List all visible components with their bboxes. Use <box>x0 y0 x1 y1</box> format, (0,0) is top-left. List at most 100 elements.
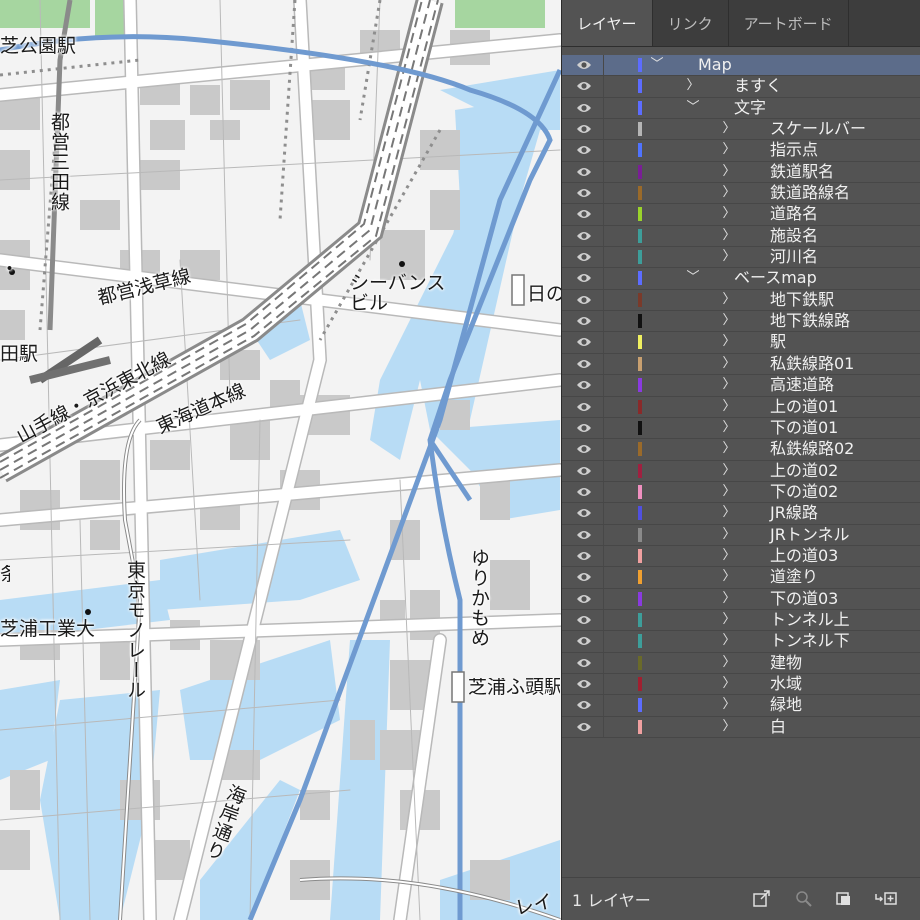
eye-icon[interactable] <box>576 144 592 156</box>
chevron-right-icon[interactable]: 〉 <box>722 376 736 394</box>
layer-row[interactable]: 〉 下の道01 <box>562 417 920 440</box>
layer-row[interactable]: 〉 鉄道路線名 <box>562 183 920 205</box>
eye-icon[interactable] <box>576 635 592 647</box>
chevron-right-icon[interactable]: 〉 <box>722 141 736 159</box>
tab-links[interactable]: リンク <box>653 0 729 46</box>
layer-row[interactable]: ﹀ ベースmap <box>562 268 920 290</box>
chevron-right-icon[interactable]: 〉 <box>722 504 736 522</box>
chevron-right-icon[interactable]: 〉 <box>722 184 736 202</box>
layer-row[interactable]: 〉 JRトンネル <box>562 524 920 546</box>
eye-icon[interactable] <box>576 336 592 348</box>
eye-icon[interactable] <box>576 123 592 135</box>
layer-row[interactable]: 〉 道路名 <box>562 204 920 226</box>
eye-icon[interactable] <box>576 251 592 263</box>
new-sublayer-icon[interactable] <box>874 890 900 908</box>
layer-row[interactable]: 〉 鉄道駅名 <box>562 161 920 184</box>
layer-row[interactable]: ﹀ Map <box>562 55 920 77</box>
eye-icon[interactable] <box>576 614 592 626</box>
export-icon[interactable] <box>752 890 772 908</box>
eye-icon[interactable] <box>576 678 592 690</box>
chevron-right-icon[interactable]: 〉 <box>722 163 736 181</box>
layer-row[interactable]: 〉 地下鉄駅 <box>562 289 920 312</box>
chevron-right-icon[interactable]: 〉 <box>722 205 736 223</box>
chevron-right-icon[interactable]: 〉 <box>722 568 736 586</box>
eye-icon[interactable] <box>576 593 592 605</box>
chevron-right-icon[interactable]: 〉 <box>722 675 736 693</box>
chevron-right-icon[interactable]: 〉 <box>722 291 736 309</box>
layer-row[interactable]: 〉 指示点 <box>562 140 920 162</box>
eye-icon[interactable] <box>576 315 592 327</box>
layer-row[interactable]: 〉白 <box>562 716 920 738</box>
eye-icon[interactable] <box>576 166 592 178</box>
chevron-right-icon[interactable]: 〉 <box>722 312 736 330</box>
chevron-right-icon[interactable]: 〉 <box>722 590 736 608</box>
eye-icon[interactable] <box>576 272 592 284</box>
eye-icon[interactable] <box>576 657 592 669</box>
eye-icon[interactable] <box>576 358 592 370</box>
chevron-right-icon[interactable]: 〉 <box>722 696 736 714</box>
layer-row[interactable]: 〉 JR線路 <box>562 503 920 525</box>
layer-row[interactable]: 〉 緑地 <box>562 695 920 717</box>
layer-row[interactable]: 〉 下の道02 <box>562 481 920 504</box>
layer-row[interactable]: 〉 河川名 <box>562 247 920 269</box>
layer-row[interactable]: 〉 ますく <box>562 76 920 98</box>
chevron-right-icon[interactable]: 〉 <box>686 77 700 95</box>
eye-icon[interactable] <box>576 102 592 114</box>
layer-row[interactable]: 〉 上の道02 <box>562 460 920 482</box>
layer-row[interactable]: 〉 上の道01 <box>562 396 920 418</box>
eye-icon[interactable] <box>576 443 592 455</box>
layer-row[interactable]: 〉 下の道03 <box>562 588 920 610</box>
eye-icon[interactable] <box>576 294 592 306</box>
tab-artboards[interactable]: アートボード <box>729 0 849 46</box>
chevron-right-icon[interactable]: 〉 <box>722 333 736 351</box>
chevron-right-icon[interactable]: 〉 <box>722 547 736 565</box>
chevron-down-icon[interactable]: ﹀ <box>650 56 664 74</box>
layer-row[interactable]: 〉 トンネル下 <box>562 631 920 653</box>
eye-icon[interactable] <box>576 59 592 71</box>
eye-icon[interactable] <box>576 80 592 92</box>
eye-icon[interactable] <box>576 486 592 498</box>
chevron-right-icon[interactable]: 〉 <box>722 120 736 138</box>
layer-row[interactable]: 〉 私鉄線路01 <box>562 353 920 376</box>
layer-row[interactable]: 〉 施設名 <box>562 225 920 248</box>
layer-row[interactable]: 〉 スケールバー <box>562 119 920 141</box>
chevron-right-icon[interactable]: 〉 <box>722 440 736 458</box>
eye-icon[interactable] <box>576 187 592 199</box>
chevron-right-icon[interactable]: 〉 <box>722 611 736 629</box>
eye-icon[interactable] <box>576 208 592 220</box>
eye-icon[interactable] <box>576 379 592 391</box>
chevron-down-icon[interactable]: ﹀ <box>686 269 700 287</box>
tab-layers[interactable]: レイヤー <box>562 0 653 46</box>
chevron-right-icon[interactable]: 〉 <box>722 355 736 373</box>
eye-icon[interactable] <box>576 465 592 477</box>
chevron-right-icon[interactable]: 〉 <box>722 632 736 650</box>
eye-icon[interactable] <box>576 507 592 519</box>
eye-icon[interactable] <box>576 529 592 541</box>
eye-icon[interactable] <box>576 550 592 562</box>
eye-icon[interactable] <box>576 699 592 711</box>
search-icon[interactable] <box>794 890 814 908</box>
eye-icon[interactable] <box>576 571 592 583</box>
chevron-right-icon[interactable]: 〉 <box>722 398 736 416</box>
chevron-down-icon[interactable]: ﹀ <box>686 99 700 117</box>
layer-row[interactable]: 〉 トンネル上 <box>562 609 920 632</box>
chevron-right-icon[interactable]: 〉 <box>722 248 736 266</box>
layer-row[interactable]: 〉 高速道路 <box>562 375 920 397</box>
chevron-right-icon[interactable]: 〉 <box>722 462 736 480</box>
layer-row[interactable]: 〉 私鉄線路02 <box>562 439 920 461</box>
layer-row[interactable]: 〉 上の道03 <box>562 545 920 568</box>
eye-icon[interactable] <box>576 422 592 434</box>
clipping-mask-icon[interactable] <box>834 890 854 908</box>
layer-row[interactable]: ﹀ 文字 <box>562 97 920 120</box>
chevron-right-icon[interactable]: 〉 <box>722 227 736 245</box>
layer-row[interactable]: 〉駅 <box>562 332 920 354</box>
layer-row[interactable]: 〉 建物 <box>562 652 920 674</box>
chevron-right-icon[interactable]: 〉 <box>722 654 736 672</box>
chevron-right-icon[interactable]: 〉 <box>722 483 736 501</box>
layer-row[interactable]: 〉 道塗り <box>562 567 920 589</box>
chevron-right-icon[interactable]: 〉 <box>722 718 736 736</box>
eye-icon[interactable] <box>576 721 592 733</box>
chevron-right-icon[interactable]: 〉 <box>722 526 736 544</box>
eye-icon[interactable] <box>576 401 592 413</box>
chevron-right-icon[interactable]: 〉 <box>722 419 736 437</box>
